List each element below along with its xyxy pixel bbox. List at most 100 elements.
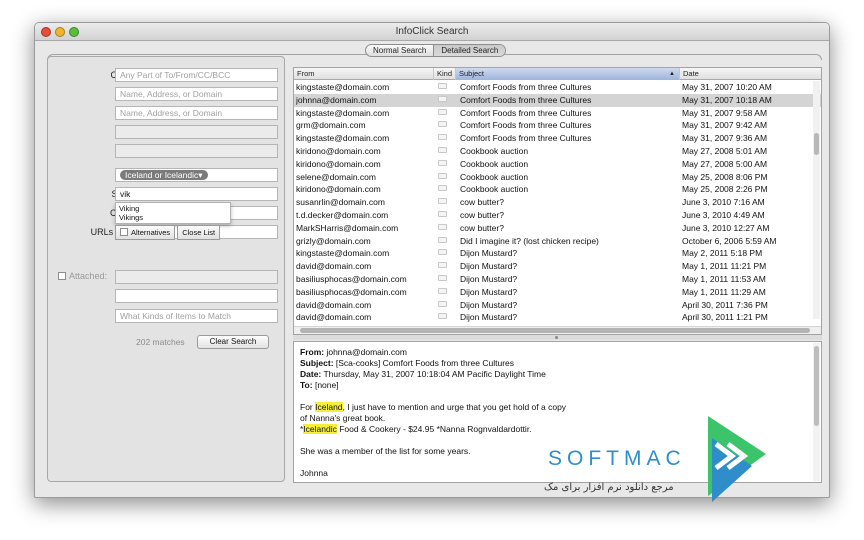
cell-date: May 25, 2008 8:06 PM	[682, 171, 768, 182]
to-field[interactable]: Name, Address, or Domain	[115, 106, 278, 120]
cell-date: May 25, 2008 2:26 PM	[682, 184, 768, 195]
table-row[interactable]: susanrlin@domain.com cow butter? June 3, 2…	[294, 196, 821, 209]
alternatives-checkbox[interactable]: Alternatives	[115, 225, 176, 240]
attached-field[interactable]	[115, 270, 278, 284]
preview-date-line: Date: Thursday, May 31, 2007 10:18:04 AM…	[300, 369, 546, 379]
cell-date: May 1, 2011 11:29 AM	[682, 286, 766, 297]
scroll-thumb[interactable]	[300, 328, 810, 333]
cell-subject: cow butter?	[460, 197, 504, 208]
table-row[interactable]: kiridono@domain.com Cookbook auction May 2…	[294, 158, 821, 171]
preview-from-line: From: johnna@domain.com	[300, 347, 407, 357]
table-row[interactable]: grm@domain.com Comfort Foods from three C…	[294, 119, 821, 132]
cell-date: May 2, 2011 5:18 PM	[682, 248, 763, 259]
pane-splitter[interactable]	[293, 335, 822, 340]
scroll-thumb[interactable]	[814, 346, 819, 426]
column-header-subject[interactable]: Subject ▲	[456, 68, 680, 80]
table-row[interactable]: kingstaste@domain.com Dijon Mustard? May 2…	[294, 247, 821, 260]
suggestion-item[interactable]: Vikings	[119, 213, 227, 222]
column-header-date[interactable]: Date	[680, 68, 821, 80]
suggestion-item[interactable]: Viking	[119, 204, 227, 213]
cell-from: david@domain.com	[296, 312, 372, 323]
mail-icon	[438, 286, 450, 299]
preview-to-line: To: [none]	[300, 380, 339, 390]
mail-icon	[438, 81, 450, 94]
mail-icon	[438, 235, 450, 248]
cell-subject: Cookbook auction	[460, 184, 529, 195]
mail-icon	[438, 260, 450, 273]
title-bar: InfoClick Search	[35, 23, 829, 41]
table-row[interactable]: kingstaste@domain.com Comfort Foods from …	[294, 132, 821, 145]
cell-subject: Comfort Foods from three Cultures	[460, 133, 592, 144]
search-form-panel: Contact: Any Part of To/From/CC/BCC From…	[47, 56, 285, 482]
text-row: Text: Iceland or Icelandic▾	[48, 168, 286, 183]
table-row[interactable]: MarkSHarris@domain.com cow butter? June 3,…	[294, 222, 821, 235]
table-row[interactable]: david@domain.com Dijon Mustard? May 1, 201…	[294, 260, 821, 273]
column-header-from[interactable]: From	[294, 68, 434, 80]
results-vertical-scrollbar[interactable]	[813, 81, 820, 319]
table-row[interactable]: basiliusphocas@domain.com Dijon Mustard? M…	[294, 273, 821, 286]
cell-from: kingstaste@domain.com	[296, 133, 390, 144]
cc-field[interactable]	[115, 125, 278, 139]
cell-date: May 27, 2008 5:01 AM	[682, 145, 768, 156]
cell-date: October 6, 2006 5:59 AM	[682, 235, 777, 246]
detailed-search-tab[interactable]: Detailed Search	[433, 45, 506, 56]
contact-row: Contact: Any Part of To/From/CC/BCC	[48, 68, 286, 83]
date-row: Date:	[48, 289, 286, 304]
close-list-button[interactable]: Close List	[177, 225, 221, 240]
preview-scrollbar[interactable]	[813, 343, 820, 481]
checkbox-box[interactable]	[120, 228, 128, 236]
results-horizontal-scrollbar[interactable]	[294, 326, 821, 334]
cell-from: grm@domain.com	[296, 120, 366, 131]
table-row[interactable]: kingstaste@domain.com Comfort Foods from …	[294, 81, 821, 94]
table-row[interactable]: david@domain.com Dijon Mustard? April 30, …	[294, 311, 821, 324]
match-count: 202 matches	[136, 337, 185, 347]
cell-from: basiliusphocas@domain.com	[296, 273, 407, 284]
table-row[interactable]: basiliusphocas@domain.com Dijon Mustard? M…	[294, 286, 821, 299]
cell-from: t.d.decker@domain.com	[296, 209, 389, 220]
normal-search-tab[interactable]: Normal Search	[366, 45, 433, 56]
cell-date: May 1, 2011 11:53 AM	[682, 273, 766, 284]
table-row[interactable]: selene@domain.com Cookbook auction May 25,…	[294, 171, 821, 184]
table-row[interactable]: grizly@domain.com Did I imagine it? (lost…	[294, 235, 821, 248]
cell-date: May 31, 2007 10:18 AM	[682, 94, 772, 105]
cell-from: kingstaste@domain.com	[296, 248, 390, 259]
cell-from: kingstaste@domain.com	[296, 82, 390, 92]
sort-ascending-icon: ▲	[669, 71, 675, 77]
date-field[interactable]	[115, 289, 278, 303]
cell-date: June 3, 2010 4:49 AM	[682, 209, 765, 220]
cell-subject: Dijon Mustard?	[460, 299, 518, 310]
clear-search-button[interactable]: Clear Search	[197, 335, 269, 349]
text-field[interactable]: Iceland or Icelandic▾	[115, 168, 278, 182]
cc-row: CC:	[48, 125, 286, 140]
column-header-kind[interactable]: Kind	[434, 68, 456, 80]
cell-subject: Did I imagine it? (lost chicken recipe)	[460, 235, 599, 246]
attached-row	[48, 270, 286, 285]
kind-field[interactable]: What Kinds of Items to Match	[115, 309, 278, 323]
cell-subject: Cookbook auction	[460, 158, 529, 169]
table-row[interactable]: kiridono@domain.com Cookbook auction May 2…	[294, 183, 821, 196]
table-row[interactable]: david@domain.com Dijon Mustard? April 30, …	[294, 299, 821, 312]
bcc-field[interactable]	[115, 144, 278, 158]
mail-icon	[438, 273, 450, 286]
suggestion-controls: Alternatives Close List	[115, 225, 231, 240]
table-row[interactable]: kingstaste@domain.com Comfort Foods from …	[294, 107, 821, 120]
table-row[interactable]: kiridono@domain.com Cookbook auction May 2…	[294, 145, 821, 158]
text-search-token[interactable]: Iceland or Icelandic▾	[120, 170, 208, 180]
scroll-thumb[interactable]	[814, 133, 819, 155]
alternatives-label: Alternatives	[131, 228, 171, 237]
cell-date: June 3, 2010 7:16 AM	[682, 197, 765, 208]
subject-field[interactable]: vik	[115, 187, 278, 201]
table-row[interactable]: johnna@domain.com Comfort Foods from thre…	[294, 93, 821, 107]
cell-from: susanrlin@domain.com	[296, 197, 385, 208]
to-row: To: Name, Address, or Domain	[48, 106, 286, 121]
mail-icon	[438, 119, 450, 132]
preview-subject-line: Subject: [Sca-cooks] Comfort Foods from …	[300, 358, 514, 368]
table-row[interactable]: t.d.decker@domain.com cow butter? June 3, …	[294, 209, 821, 222]
cell-subject: Dijon Mustard?	[460, 261, 518, 272]
cell-date: May 31, 2007 9:36 AM	[682, 133, 768, 144]
cell-from: kingstaste@domain.com	[296, 107, 390, 118]
from-field[interactable]: Name, Address, or Domain	[115, 87, 278, 101]
cell-subject: Comfort Foods from three Cultures	[460, 94, 592, 105]
contact-field[interactable]: Any Part of To/From/CC/BCC	[115, 68, 278, 82]
cell-from: david@domain.com	[296, 261, 372, 272]
